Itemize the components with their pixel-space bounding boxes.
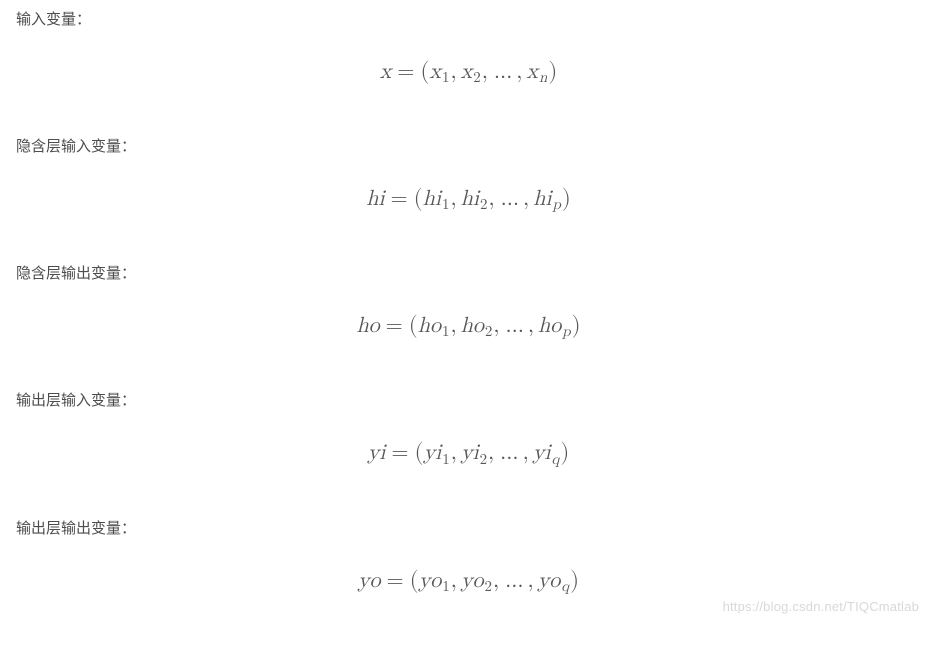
- section-output-output: 输出层输出变量： yo=(yo1,yo2,…,yoq): [16, 517, 921, 600]
- document-page: 输入变量： x=(x1,x2,…,xn) 隐含层输入变量： hi=(hi1,hi…: [0, 0, 937, 628]
- subscript-2: 2: [483, 579, 492, 594]
- right-paren: ): [572, 314, 581, 337]
- subscript-1: 1: [441, 197, 450, 212]
- subscript-last: p: [561, 324, 571, 339]
- term-prefix: yi: [423, 442, 441, 464]
- label-output-input: 输出层输入变量：: [16, 389, 921, 413]
- comma: ,: [523, 442, 533, 464]
- section-hidden-input: 隐含层输入变量： hi=(hi1,hi2,…,hip): [16, 135, 921, 230]
- term-prefix: yo: [419, 570, 442, 592]
- comma: ,: [516, 61, 526, 83]
- subscript-1: 1: [441, 70, 450, 85]
- formula-wrap: x=(x1,x2,…,xn): [16, 50, 921, 103]
- comma: ,: [451, 442, 461, 464]
- label-input-vars: 输入变量：: [16, 8, 921, 32]
- comma: ,: [528, 315, 538, 337]
- comma: ,: [451, 188, 461, 210]
- right-paren: ): [548, 60, 557, 83]
- section-output-input: 输出层输入变量： yi=(yi1,yi2,…,yiq): [16, 389, 921, 484]
- right-paren: ): [570, 569, 579, 592]
- subscript-2: 2: [484, 324, 493, 339]
- comma: ,: [523, 188, 533, 210]
- comma: ,: [451, 315, 461, 337]
- term-prefix: hi: [423, 188, 441, 210]
- formula-wrap: yo=(yo1,yo2,…,yoq): [16, 559, 921, 600]
- comma: ,: [488, 188, 498, 210]
- lhs-var: yo: [358, 570, 381, 592]
- label-hidden-input: 隐含层输入变量：: [16, 135, 921, 159]
- term-prefix: ho: [461, 315, 484, 337]
- label-output-output: 输出层输出变量：: [16, 517, 921, 541]
- comma: ,: [451, 61, 461, 83]
- term-prefix: hi: [461, 188, 479, 210]
- equals-sign: =: [385, 188, 414, 210]
- subscript-last: n: [538, 70, 548, 85]
- left-paren: (: [414, 187, 423, 210]
- term-prefix: x: [429, 61, 441, 83]
- formula-output-input: yi=(yi1,yi2,…,yiq): [368, 439, 570, 468]
- comma: ,: [493, 315, 503, 337]
- equals-sign: =: [385, 442, 414, 464]
- term-prefix: x: [461, 61, 473, 83]
- subscript-last: q: [550, 452, 560, 467]
- term-prefix: x: [526, 61, 538, 83]
- equals-sign: =: [380, 315, 409, 337]
- subscript-1: 1: [441, 452, 450, 467]
- lhs-var: x: [380, 61, 392, 83]
- section-hidden-output: 隐含层输出变量： ho=(ho1,ho2,…,hop): [16, 262, 921, 357]
- equals-sign: =: [380, 570, 409, 592]
- lhs-var: ho: [356, 315, 379, 337]
- comma: ,: [493, 570, 503, 592]
- subscript-2: 2: [472, 70, 481, 85]
- formula-wrap: ho=(ho1,ho2,…,hop): [16, 304, 921, 357]
- subscript-2: 2: [479, 452, 488, 467]
- formula-hidden-input: hi=(hi1,hi2,…,hip): [366, 185, 571, 214]
- section-input-vars: 输入变量： x=(x1,x2,…,xn): [16, 8, 921, 103]
- term-prefix: yi: [461, 442, 479, 464]
- term-prefix: ho: [538, 315, 561, 337]
- ellipsis: …: [503, 315, 527, 337]
- watermark-text: https://blog.csdn.net/TIQCmatlab: [723, 599, 919, 614]
- right-paren: ): [562, 187, 571, 210]
- left-paren: (: [410, 569, 419, 592]
- formula-wrap: hi=(hi1,hi2,…,hip): [16, 177, 921, 230]
- comma: ,: [488, 442, 498, 464]
- term-prefix: yo: [461, 570, 484, 592]
- left-paren: (: [409, 314, 418, 337]
- term-prefix: hi: [533, 188, 551, 210]
- formula-hidden-output: ho=(ho1,ho2,…,hop): [356, 312, 580, 341]
- right-paren: ): [560, 441, 569, 464]
- term-prefix: yo: [538, 570, 561, 592]
- subscript-1: 1: [441, 579, 450, 594]
- label-hidden-output: 隐含层输出变量：: [16, 262, 921, 286]
- subscript-last: p: [552, 197, 562, 212]
- term-prefix: ho: [418, 315, 441, 337]
- ellipsis: …: [503, 570, 527, 592]
- ellipsis: …: [499, 188, 523, 210]
- lhs-var: yi: [368, 442, 386, 464]
- lhs-var: hi: [366, 188, 384, 210]
- formula-wrap: yi=(yi1,yi2,…,yiq): [16, 431, 921, 484]
- comma: ,: [451, 570, 461, 592]
- formula-output-output: yo=(yo1,yo2,…,yoq): [358, 567, 579, 596]
- subscript-last: q: [560, 579, 570, 594]
- subscript-1: 1: [441, 324, 450, 339]
- formula-input-vars: x=(x1,x2,…,xn): [380, 58, 558, 87]
- ellipsis: …: [498, 442, 522, 464]
- ellipsis: …: [492, 61, 516, 83]
- term-prefix: yi: [533, 442, 551, 464]
- equals-sign: =: [391, 61, 420, 83]
- comma: ,: [482, 61, 492, 83]
- comma: ,: [527, 570, 537, 592]
